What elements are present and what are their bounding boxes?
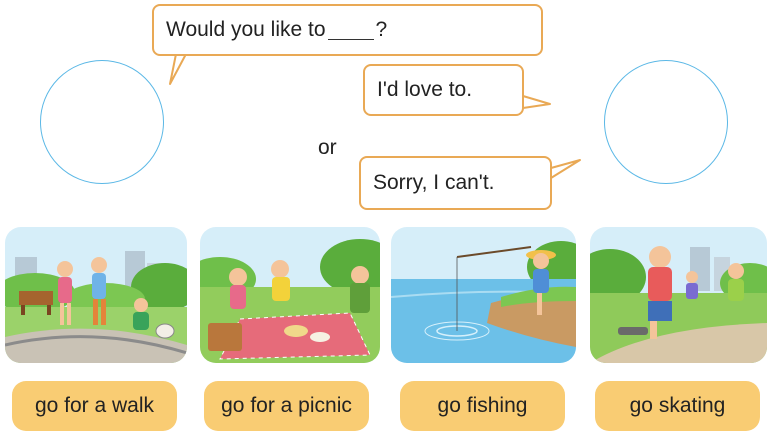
yes-bubble-tail — [522, 95, 551, 109]
or-text: or — [318, 136, 337, 159]
question-bubble-tail — [169, 53, 187, 85]
no-bubble-tail — [550, 159, 581, 179]
yes-bubble: I'd love to. — [363, 64, 524, 116]
skating-picture — [590, 227, 767, 363]
fishing-picture — [391, 227, 576, 363]
answer-blank[interactable] — [327, 21, 374, 40]
question-suffix: ? — [375, 18, 388, 41]
question-prefix: Would you like to — [166, 18, 326, 41]
activity-label-walk[interactable]: go for a walk — [12, 381, 177, 431]
activity-label-skating[interactable]: go skating — [595, 381, 760, 431]
yes-answer-text: I'd love to. — [377, 78, 473, 101]
activity-label-picnic[interactable]: go for a picnic — [204, 381, 369, 431]
no-answer-text: Sorry, I can't. — [373, 171, 495, 194]
walk-picture — [5, 227, 187, 363]
question-bubble: Would you like to ? — [152, 4, 543, 56]
activity-label-fishing[interactable]: go fishing — [400, 381, 565, 431]
picnic-picture — [200, 227, 380, 363]
no-bubble: Sorry, I can't. — [359, 156, 552, 210]
